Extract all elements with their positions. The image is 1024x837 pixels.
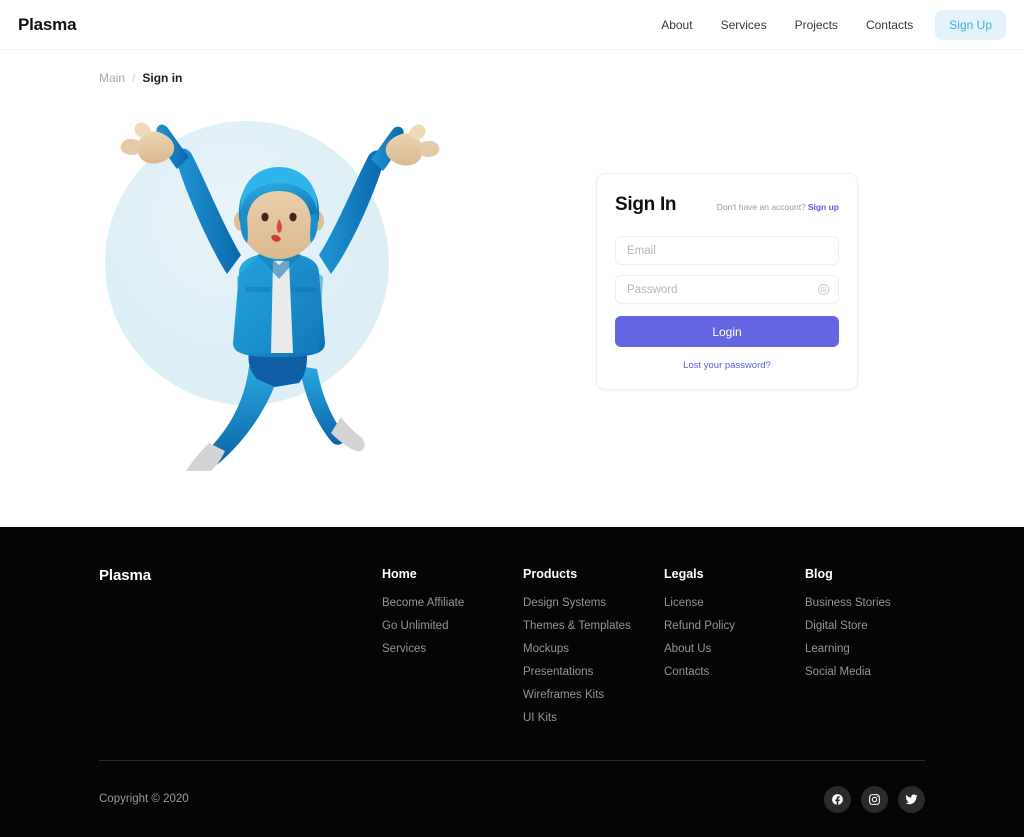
breadcrumb-main[interactable]: Main	[99, 71, 125, 85]
facebook-icon[interactable]	[824, 785, 851, 813]
footer-link-design-systems[interactable]: Design Systems	[523, 597, 664, 609]
footer-link-learning[interactable]: Learning	[805, 643, 891, 655]
social-links	[824, 785, 925, 813]
instagram-icon[interactable]	[861, 785, 888, 813]
facebook-icon-glyph	[832, 793, 843, 805]
signin-card-zone: Sign In Don't have an account? Sign up E…	[529, 91, 925, 390]
password-field-wrapper	[615, 275, 839, 304]
footer-column-legals: Legals License Refund Policy About Us Co…	[664, 567, 805, 735]
page-title: Sign In	[615, 194, 677, 215]
brand-logo[interactable]: Plasma	[18, 15, 77, 35]
eye-icon-glyph	[817, 283, 829, 296]
footer-link-become-affiliate[interactable]: Become Affiliate	[382, 597, 523, 609]
twitter-icon[interactable]	[898, 785, 925, 813]
footer-link-about-us[interactable]: About Us	[664, 643, 805, 655]
site-footer: Plasma Home Become Affiliate Go Unlimite…	[0, 527, 1024, 837]
signup-button[interactable]: Sign Up	[935, 9, 1006, 40]
footer-column-title: Legals	[664, 567, 704, 581]
footer-column-blog: Blog Business Stories Digital Store Lear…	[805, 567, 891, 735]
jumping-person-illustration	[105, 121, 440, 471]
breadcrumb-current: Sign in	[142, 71, 183, 85]
breadcrumb-separator: /	[132, 71, 136, 85]
footer-link-go-unlimited[interactable]: Go Unlimited	[382, 620, 523, 632]
footer-column-title: Home	[382, 567, 417, 581]
nav-item-contacts[interactable]: Contacts	[852, 12, 927, 38]
hero-illustration	[99, 91, 529, 471]
copyright-text: Copyright © 2020	[99, 793, 189, 805]
footer-bottom: Copyright © 2020	[99, 761, 925, 837]
signup-prompt: Don't have an account? Sign up	[717, 202, 839, 212]
footer-column-products: Products Design Systems Themes & Templat…	[523, 567, 664, 735]
footer-column-title: Products	[523, 567, 578, 581]
footer-top: Plasma Home Become Affiliate Go Unlimite…	[99, 567, 925, 735]
footer-link-license[interactable]: License	[664, 597, 805, 609]
nav-item-projects[interactable]: Projects	[781, 12, 852, 38]
footer-link-digital-store[interactable]: Digital Store	[805, 620, 891, 632]
password-field[interactable]	[615, 275, 839, 304]
email-field-wrapper	[615, 236, 839, 265]
eye-icon[interactable]	[815, 282, 831, 298]
instagram-icon-glyph	[869, 793, 880, 805]
email-field[interactable]	[615, 236, 839, 265]
nav-item-about[interactable]: About	[647, 12, 706, 38]
content-row: Sign In Don't have an account? Sign up E…	[0, 91, 1024, 471]
footer-link-social-media[interactable]: Social Media	[805, 666, 891, 678]
twitter-icon-glyph	[905, 793, 918, 804]
footer-brand-logo[interactable]: Plasma	[99, 567, 382, 735]
footer-link-refund-policy[interactable]: Refund Policy	[664, 620, 805, 632]
signin-card: Sign In Don't have an account? Sign up E…	[596, 173, 858, 390]
footer-link-themes-templates[interactable]: Themes & Templates	[523, 620, 664, 632]
footer-columns: Home Become Affiliate Go Unlimited Servi…	[382, 567, 925, 735]
footer-link-contacts[interactable]: Contacts	[664, 666, 805, 678]
site-header: Plasma About Services Projects Contacts …	[0, 0, 1024, 50]
page-root: Plasma About Services Projects Contacts …	[0, 0, 1024, 837]
login-button[interactable]: Login	[615, 316, 839, 347]
lost-password-link[interactable]: Lost your password?	[615, 360, 839, 371]
nav-item-services[interactable]: Services	[707, 12, 781, 38]
signup-prompt-text: Don't have an account?	[716, 202, 806, 212]
footer-link-services[interactable]: Services	[382, 643, 523, 655]
footer-column-title: Blog	[805, 567, 833, 581]
footer-link-wireframes-kits[interactable]: Wireframes Kits	[523, 689, 664, 701]
footer-link-presentations[interactable]: Presentations	[523, 666, 664, 678]
footer-link-mockups[interactable]: Mockups	[523, 643, 664, 655]
breadcrumb: Main / Sign in	[0, 50, 1024, 85]
footer-link-ui-kits[interactable]: UI Kits	[523, 712, 664, 724]
main-navigation: About Services Projects Contacts Sign Up	[647, 9, 1006, 40]
footer-link-business-stories[interactable]: Business Stories	[805, 597, 891, 609]
signup-link[interactable]: Sign up	[808, 202, 839, 212]
main-content: Main / Sign in Sign In Don't have an acc…	[0, 50, 1024, 527]
footer-column-home: Home Become Affiliate Go Unlimited Servi…	[382, 567, 523, 735]
signin-card-header: Sign In Don't have an account? Sign up	[615, 194, 839, 216]
